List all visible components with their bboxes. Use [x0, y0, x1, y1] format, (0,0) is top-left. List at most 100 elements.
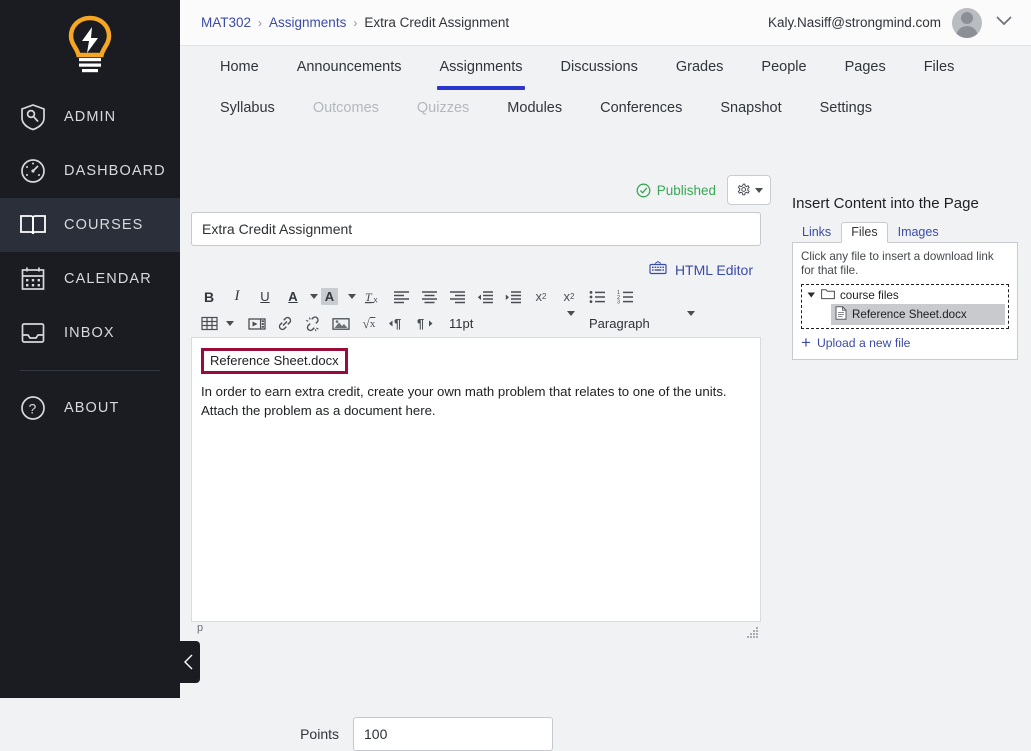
document-icon — [835, 306, 847, 323]
highlight-color-dropdown[interactable] — [345, 284, 359, 309]
align-right-button[interactable] — [443, 284, 471, 309]
italic-button[interactable]: I — [223, 284, 251, 309]
question-circle-icon: ? — [18, 393, 48, 423]
tree-file-item[interactable]: Reference Sheet.docx — [831, 304, 1005, 325]
sidebar-divider — [20, 370, 160, 371]
sidebar-item-label: DASHBOARD — [64, 163, 166, 179]
unlink-button[interactable] — [299, 311, 327, 336]
highlight-color-button[interactable]: A — [321, 288, 338, 305]
superscript-button[interactable]: x2 — [527, 284, 555, 309]
breadcrumb-item-assignments[interactable]: Assignments — [269, 15, 346, 30]
sidebar-item-label: COURSES — [64, 217, 144, 233]
resize-grip-icon[interactable] — [747, 625, 759, 638]
upload-label: Upload a new file — [816, 336, 911, 350]
tab-outcomes: Outcomes — [312, 100, 379, 116]
tab-assignments[interactable]: Assignments — [420, 47, 541, 91]
align-center-button[interactable] — [415, 284, 443, 309]
sidebar-item-admin[interactable]: ADMIN — [0, 90, 180, 144]
insert-panel-hint: Click any file to insert a download link… — [801, 250, 994, 277]
sidebar-item-about[interactable]: ? ABOUT — [0, 381, 180, 435]
rtl-direction-button[interactable]: ¶ — [411, 311, 439, 336]
editor-content-area[interactable]: Reference Sheet.docx In order to earn ex… — [191, 337, 761, 622]
app-logo[interactable] — [0, 0, 180, 90]
course-nav-row-primary: Home Announcements Assignments Discussio… — [180, 47, 1031, 91]
outdent-button[interactable] — [471, 284, 499, 309]
tab-snapshot[interactable]: Snapshot — [701, 91, 800, 129]
font-size-select[interactable]: 11pt — [443, 311, 583, 336]
numbered-list-button[interactable]: 123 — [611, 284, 639, 309]
published-label: Published — [656, 182, 716, 198]
user-menu-chevron-down-icon[interactable] — [993, 13, 1015, 32]
gauge-icon — [18, 156, 48, 186]
sidebar-item-label: ADMIN — [64, 109, 117, 125]
tab-images[interactable]: Images — [888, 222, 949, 243]
sidebar-item-inbox[interactable]: INBOX — [0, 306, 180, 360]
align-left-button[interactable] — [387, 284, 415, 309]
clear-formatting-button[interactable]: T x — [359, 284, 387, 309]
settings-gear-button[interactable] — [727, 175, 771, 205]
user-avatar-icon[interactable] — [952, 7, 982, 38]
image-button[interactable] — [327, 311, 355, 336]
tree-file-label: Reference Sheet.docx — [852, 308, 967, 321]
triangle-down-icon[interactable] — [807, 289, 816, 302]
tab-links[interactable]: Links — [792, 222, 841, 243]
tab-people[interactable]: People — [742, 47, 825, 91]
svg-text:x: x — [374, 295, 378, 304]
math-equation-button[interactable]: √ x — [355, 311, 383, 336]
tab-pages[interactable]: Pages — [826, 47, 905, 91]
breadcrumb-item-course[interactable]: MAT302 — [201, 15, 251, 30]
svg-text:3: 3 — [617, 299, 620, 303]
sidebar-item-label: ABOUT — [64, 400, 120, 416]
block-format-select[interactable]: Paragraph — [583, 311, 703, 336]
calendar-icon — [18, 264, 48, 294]
tab-announcements[interactable]: Announcements — [278, 47, 421, 91]
editor-toolbar-row-2: √ x ¶ ¶ 11pt Paragraph — [191, 310, 761, 337]
tab-syllabus[interactable]: Syllabus — [201, 91, 294, 129]
sidebar-item-calendar[interactable]: CALENDAR — [0, 252, 180, 306]
sidebar-item-label: INBOX — [64, 325, 115, 341]
points-label: Points — [300, 726, 339, 742]
tree-folder-course-files[interactable]: course files — [805, 287, 1005, 304]
rich-text-editor: HTML Editor B I U A A T x x 2 x 2 1 2 3 … — [191, 257, 761, 640]
indent-button[interactable] — [499, 284, 527, 309]
editor-toolbar-row-1: B I U A A T x x 2 x 2 1 2 3 — [191, 283, 761, 310]
tab-home[interactable]: Home — [201, 47, 278, 91]
svg-text:¶: ¶ — [417, 316, 424, 331]
inserted-file-link[interactable]: Reference Sheet.docx — [201, 348, 348, 374]
sidebar-item-dashboard[interactable]: DASHBOARD — [0, 144, 180, 198]
text-color-dropdown[interactable] — [307, 284, 321, 309]
ltr-direction-button[interactable]: ¶ — [383, 311, 411, 336]
tab-settings[interactable]: Settings — [801, 91, 891, 129]
tab-modules[interactable]: Modules — [488, 91, 581, 129]
gear-icon — [737, 183, 750, 195]
table-button[interactable] — [195, 311, 223, 336]
upload-new-file-button[interactable]: + Upload a new file — [801, 334, 1009, 351]
course-content-area: Home Announcements Assignments Discussio… — [180, 47, 1031, 751]
tab-conferences[interactable]: Conferences — [581, 91, 701, 129]
media-button[interactable] — [243, 311, 271, 336]
svg-text:?: ? — [29, 401, 38, 417]
insert-panel-title: Insert Content into the Page — [792, 195, 979, 212]
tab-grades[interactable]: Grades — [657, 47, 743, 91]
text-color-button[interactable]: A — [279, 284, 307, 309]
bullet-list-button[interactable] — [583, 284, 611, 309]
bold-button[interactable]: B — [195, 284, 223, 309]
main-sidebar: ADMIN DASHBOARD COURSES CALENDAR INBOX ?… — [0, 0, 180, 698]
underline-button[interactable]: U — [251, 284, 279, 309]
tab-files[interactable]: Files — [841, 222, 888, 243]
folder-icon — [821, 288, 835, 303]
link-button[interactable] — [271, 311, 299, 336]
table-dropdown[interactable] — [223, 311, 237, 336]
keyboard-icon — [649, 260, 667, 280]
html-editor-link[interactable]: HTML Editor — [675, 262, 753, 278]
tab-discussions[interactable]: Discussions — [542, 47, 657, 91]
breadcrumb-item-current: Extra Credit Assignment — [364, 15, 510, 30]
sidebar-item-courses[interactable]: COURSES — [0, 198, 180, 252]
tab-files[interactable]: Files — [905, 47, 974, 91]
caret-down-icon — [755, 187, 763, 193]
assignment-title-input[interactable] — [191, 212, 761, 246]
sidebar-collapse-button[interactable] — [178, 641, 200, 683]
points-input[interactable] — [353, 717, 553, 751]
tree-folder-label: course files — [840, 289, 899, 302]
subscript-button[interactable]: x2 — [555, 284, 583, 309]
